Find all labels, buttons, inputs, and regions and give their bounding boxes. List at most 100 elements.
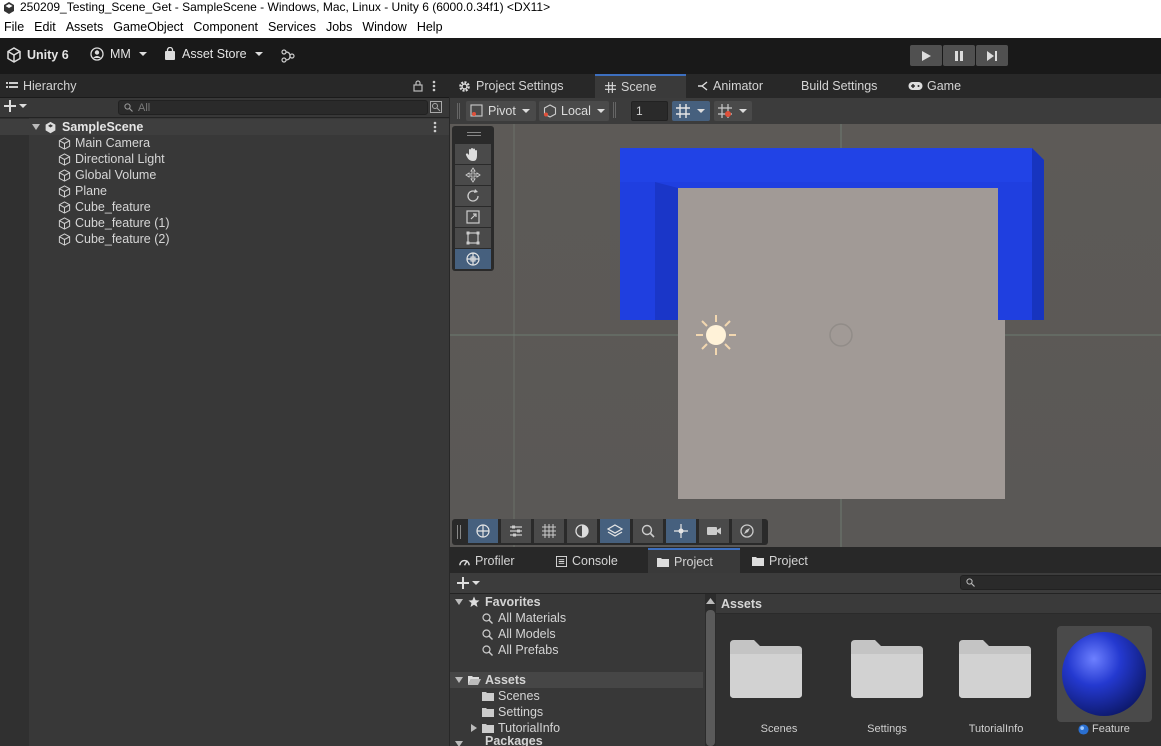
grid-snapping-button[interactable] <box>534 519 564 543</box>
project-create-dropdown[interactable] <box>457 577 480 589</box>
lock-icon[interactable] <box>413 80 423 92</box>
hand-tool-button[interactable] <box>455 144 491 164</box>
shopping-bag-icon <box>165 47 175 60</box>
hierarchy-item-plane[interactable]: Plane <box>0 183 449 199</box>
menu-edit[interactable]: Edit <box>34 20 62 34</box>
favorites-row[interactable]: Favorites <box>450 594 705 610</box>
scene-viewport[interactable] <box>450 124 1161 547</box>
scale-tool-button[interactable] <box>455 207 491 227</box>
camera-settings-button[interactable] <box>699 519 729 543</box>
hierarchy-item-label: Global Volume <box>75 168 157 182</box>
move-tool-button[interactable] <box>455 165 491 185</box>
local-global-dropdown[interactable]: Local <box>539 101 609 121</box>
hierarchy-item-directional-light[interactable]: Directional Light <box>0 151 449 167</box>
gameobject-cube-icon <box>58 201 71 214</box>
scroll-up-icon[interactable] <box>706 598 715 604</box>
favorite-label: All Materials <box>498 611 567 625</box>
favorite-all-prefabs[interactable]: All Prefabs <box>450 642 705 658</box>
asset-store-dropdown[interactable]: Asset Store <box>164 47 264 61</box>
assets-row[interactable]: Assets <box>450 672 703 688</box>
step-button[interactable] <box>976 45 1008 66</box>
search-filter-icon[interactable] <box>430 101 442 113</box>
grid-visibility-toggle[interactable] <box>672 101 710 121</box>
overlay-grip[interactable] <box>467 132 481 136</box>
project-search-input[interactable] <box>960 575 1161 590</box>
foldout-collapsed-icon[interactable] <box>470 724 477 732</box>
tab-project-settings[interactable]: Project Settings <box>458 74 593 98</box>
tab-profiler[interactable]: Profiler <box>458 549 543 573</box>
foldout-expanded-icon[interactable] <box>455 676 463 684</box>
tab-build-settings[interactable]: Build Settings <box>801 74 896 98</box>
pause-button[interactable] <box>943 45 975 66</box>
version-control-icon[interactable] <box>281 49 295 66</box>
hierarchy-item-main-camera[interactable]: Main Camera <box>0 135 449 151</box>
unity-version-button[interactable]: Unity 6 <box>6 47 69 63</box>
create-dropdown[interactable] <box>4 100 27 112</box>
rotate-tool-button[interactable] <box>455 186 491 206</box>
account-dropdown[interactable]: MM <box>90 47 148 61</box>
layers-icon <box>607 524 623 537</box>
project-tree-scrollbar[interactable] <box>705 594 716 746</box>
menu-bar: File Edit Assets GameObject Component Se… <box>0 16 1161 38</box>
menu-file[interactable]: File <box>4 20 30 34</box>
asset-material-feature[interactable] <box>1057 626 1152 722</box>
increment-snap-toggle[interactable] <box>714 101 752 121</box>
search-scene-button[interactable] <box>633 519 663 543</box>
folder-settings[interactable]: Settings <box>450 704 705 720</box>
gizmos-button[interactable] <box>666 519 696 543</box>
pivot-dropdown[interactable]: Pivot <box>466 101 536 121</box>
search-icon <box>124 103 133 112</box>
draw-mode-button[interactable] <box>468 519 498 543</box>
rotate-icon <box>467 189 479 202</box>
folder-tutorialinfo[interactable]: TutorialInfo <box>450 720 705 736</box>
tab-project-second[interactable]: Project <box>752 549 837 573</box>
pause-icon <box>955 50 963 61</box>
tab-console[interactable]: Console <box>556 549 641 573</box>
tab-scene[interactable]: Scene <box>595 74 686 98</box>
hierarchy-item-cube-feature-1[interactable]: Cube_feature (1) <box>0 215 449 231</box>
folder-scenes[interactable]: Scenes <box>450 688 705 704</box>
overlay-grip[interactable] <box>457 525 461 539</box>
asset-label: Scenes <box>760 723 798 735</box>
tab-animator[interactable]: Animator <box>697 74 777 98</box>
play-button[interactable] <box>910 45 942 66</box>
orientation-button[interactable] <box>732 519 762 543</box>
folder-icon <box>657 557 669 567</box>
foldout-expanded-icon[interactable] <box>32 123 40 131</box>
project-asset-grid: Assets Scenes Settings TutorialInfo Feat… <box>716 594 1161 746</box>
rect-tool-button[interactable] <box>455 228 491 248</box>
scene-visibility-button[interactable] <box>600 519 630 543</box>
shading-mode-button[interactable] <box>567 519 597 543</box>
tab-project-active[interactable]: Project <box>648 548 740 573</box>
asset-folder-tutorialinfo[interactable] <box>959 640 1031 701</box>
favorite-all-materials[interactable]: All Materials <box>450 610 705 626</box>
kebab-menu-icon[interactable] <box>433 121 437 133</box>
menu-help[interactable]: Help <box>417 20 449 34</box>
packages-row[interactable]: Packages <box>450 736 705 746</box>
hierarchy-item-cube-feature[interactable]: Cube_feature <box>0 199 449 215</box>
hierarchy-search-input[interactable]: All <box>118 100 428 115</box>
menu-jobs[interactable]: Jobs <box>326 20 358 34</box>
asset-folder-scenes[interactable] <box>730 640 802 701</box>
grid-size-input[interactable]: 1 <box>631 101 668 121</box>
scrollbar-thumb[interactable] <box>706 610 715 746</box>
tool-settings-button[interactable] <box>501 519 531 543</box>
menu-component[interactable]: Component <box>193 20 264 34</box>
menu-window[interactable]: Window <box>362 20 412 34</box>
hierarchy-item-global-volume[interactable]: Global Volume <box>0 167 449 183</box>
tab-hierarchy[interactable]: Hierarchy <box>0 74 120 98</box>
foldout-expanded-icon[interactable] <box>455 740 463 746</box>
transform-tool-button[interactable] <box>455 249 491 269</box>
favorite-all-models[interactable]: All Models <box>450 626 705 642</box>
hierarchy-item-cube-feature-2[interactable]: Cube_feature (2) <box>0 231 449 247</box>
kebab-menu-icon[interactable] <box>432 80 436 92</box>
scene-row[interactable]: SampleScene <box>0 119 449 135</box>
menu-assets[interactable]: Assets <box>66 20 110 34</box>
asset-folder-settings[interactable] <box>851 640 923 701</box>
tab-game[interactable]: Game <box>908 74 978 98</box>
menu-services[interactable]: Services <box>268 20 322 34</box>
foldout-expanded-icon[interactable] <box>455 598 463 606</box>
project-breadcrumb[interactable]: Assets <box>716 594 1161 614</box>
search-icon <box>482 613 493 624</box>
menu-gameobject[interactable]: GameObject <box>113 20 189 34</box>
